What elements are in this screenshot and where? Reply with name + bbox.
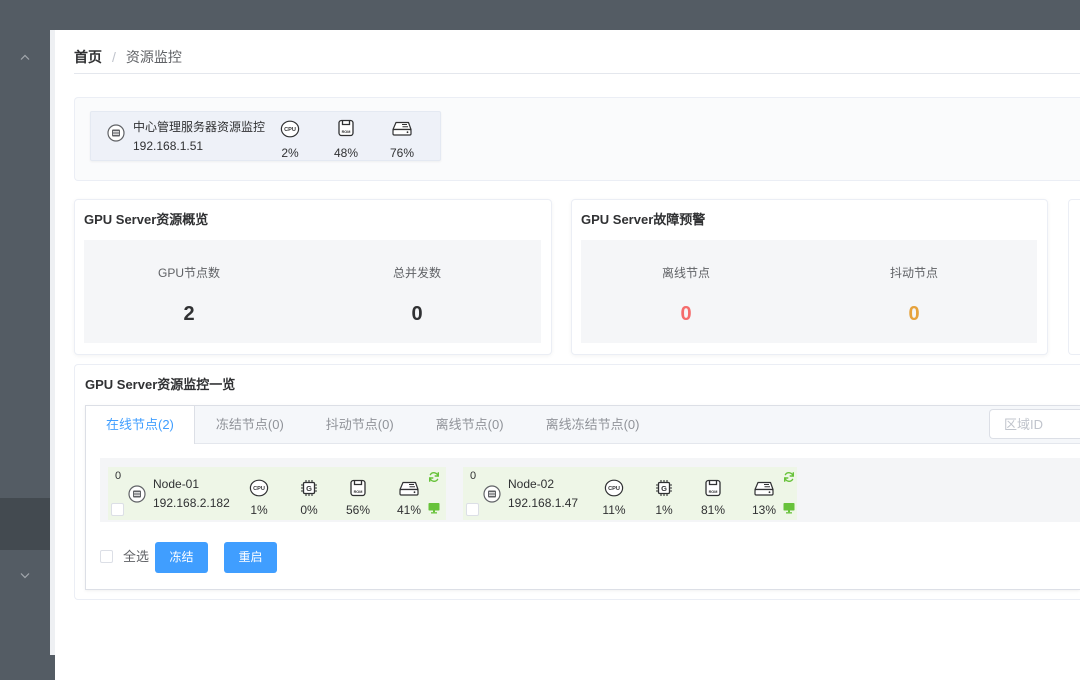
hard-disk-icon: [392, 121, 412, 136]
overview-title: GPU Server资源概览: [84, 212, 209, 227]
node-count-badge: 0: [470, 470, 477, 482]
top-header-bar: [0, 0, 1080, 30]
jitter-node-value: 0: [908, 303, 920, 325]
chevron-down-icon[interactable]: [20, 573, 30, 579]
node-card[interactable]: 0 Node-01 192.168.2.182 CPU 1% G 0% ROM …: [108, 467, 446, 520]
gpu-node-count-value: 2: [183, 303, 195, 325]
node-rom-usage: 81%: [700, 503, 726, 517]
monitor-icon[interactable]: [428, 502, 440, 514]
rom-icon-label: ROM: [709, 490, 718, 494]
central-server-name: 中心管理服务器资源监控: [133, 120, 266, 134]
tab-offline-nodes[interactable]: 离线节点(0): [415, 406, 525, 444]
server-icon: [107, 124, 125, 142]
hard-disk-icon: [754, 481, 774, 496]
central-server-ip: 192.168.1.51: [133, 139, 204, 153]
refresh-icon[interactable]: [783, 471, 795, 483]
refresh-icon[interactable]: [428, 471, 440, 483]
tab-jitter-nodes[interactable]: 抖动节点(0): [305, 406, 415, 444]
central-cpu-usage: 2%: [281, 146, 299, 160]
node-name: Node-01: [153, 477, 200, 491]
node-ip: 192.168.1.47: [508, 496, 579, 510]
cpu-icon: CPU: [249, 479, 269, 497]
node-rom-usage: 56%: [345, 503, 371, 517]
node-checkbox[interactable]: [466, 503, 479, 516]
offline-node-value: 0: [680, 303, 692, 325]
breadcrumb-home-link[interactable]: 首页: [74, 48, 102, 66]
node-name: Node-02: [508, 477, 555, 491]
region-id-search-input[interactable]: [989, 409, 1080, 439]
tab-offline-frozen-nodes[interactable]: 离线冻结节点(0): [525, 406, 661, 444]
cpu-icon-label: CPU: [284, 127, 296, 133]
gpu-icon-label: G: [306, 484, 312, 493]
breadcrumb: 首页 / 资源监控: [74, 48, 182, 66]
resource-monitor-page: 首页 / 资源监控 中心管理服务器资源监控 192.168.1.51 CPU 2…: [0, 0, 1080, 680]
tab-online-nodes[interactable]: 在线节点(2): [86, 406, 195, 444]
cpu-icon-label: CPU: [253, 486, 265, 492]
node-gpu-usage: 1%: [655, 503, 673, 517]
select-all-label[interactable]: 全选: [123, 549, 149, 565]
monitor-icon[interactable]: [783, 502, 795, 514]
gpu-node-count-label: GPU节点数: [157, 266, 220, 280]
node-count-badge: 0: [115, 470, 122, 482]
partial-card: [1068, 199, 1080, 355]
total-concurrency-label: 总并发数: [392, 266, 441, 280]
rom-icon-label: ROM: [342, 130, 351, 134]
breadcrumb-divider: [74, 73, 1080, 74]
restart-button[interactable]: 重启: [224, 542, 277, 573]
freeze-button[interactable]: 冻结: [155, 542, 208, 573]
gpu-chip-icon: G: [301, 480, 317, 496]
cpu-icon-label: CPU: [608, 486, 620, 492]
sidebar: [0, 30, 50, 680]
jitter-node-label: 抖动节点: [889, 266, 938, 280]
rom-icon-label: ROM: [354, 490, 363, 494]
overview-stat-box: [84, 240, 541, 343]
cpu-icon: CPU: [604, 479, 624, 497]
total-concurrency-value: 0: [411, 303, 423, 325]
cpu-icon: CPU: [280, 120, 300, 138]
offline-node-label: 离线节点: [661, 266, 710, 280]
central-rom-usage: 48%: [333, 146, 359, 160]
node-ip: 192.168.2.182: [153, 496, 230, 510]
node-cpu-usage: 11%: [602, 503, 626, 517]
tab-frozen-nodes[interactable]: 冻结节点(0): [195, 406, 305, 444]
breadcrumb-current: 资源监控: [125, 49, 182, 65]
sidebar-footer: [50, 655, 55, 680]
node-cpu-usage: 1%: [250, 503, 268, 517]
node-card[interactable]: 0 Node-02 192.168.1.47 CPU 11% G 1% ROM …: [463, 467, 797, 520]
alert-stat-box: [581, 240, 1037, 343]
sidebar-item-active[interactable]: [0, 498, 50, 550]
gpu-chip-icon: G: [656, 480, 672, 496]
monitor-list-title: GPU Server资源监控一览: [85, 377, 236, 392]
server-icon: [128, 485, 146, 503]
node-checkbox[interactable]: [111, 503, 124, 516]
node-gpu-usage: 0%: [300, 503, 318, 517]
chevron-up-icon[interactable]: [20, 54, 30, 60]
rom-icon: ROM: [705, 479, 721, 497]
node-disk-usage: 13%: [751, 503, 777, 517]
rom-icon: ROM: [338, 119, 354, 137]
rom-icon: ROM: [350, 479, 366, 497]
node-disk-usage: 41%: [396, 503, 422, 517]
breadcrumb-separator: /: [112, 49, 116, 65]
server-icon: [483, 485, 501, 503]
select-all-checkbox[interactable]: [100, 550, 113, 563]
sidebar-divider: [50, 30, 55, 655]
node-tabs-header: 在线节点(2) 冻结节点(0) 抖动节点(0) 离线节点(0) 离线冻结节点(0…: [86, 406, 1080, 444]
hard-disk-icon: [399, 481, 419, 496]
gpu-icon-label: G: [661, 484, 667, 493]
alert-title: GPU Server故障预警: [581, 212, 706, 227]
central-disk-usage: 76%: [389, 146, 415, 160]
